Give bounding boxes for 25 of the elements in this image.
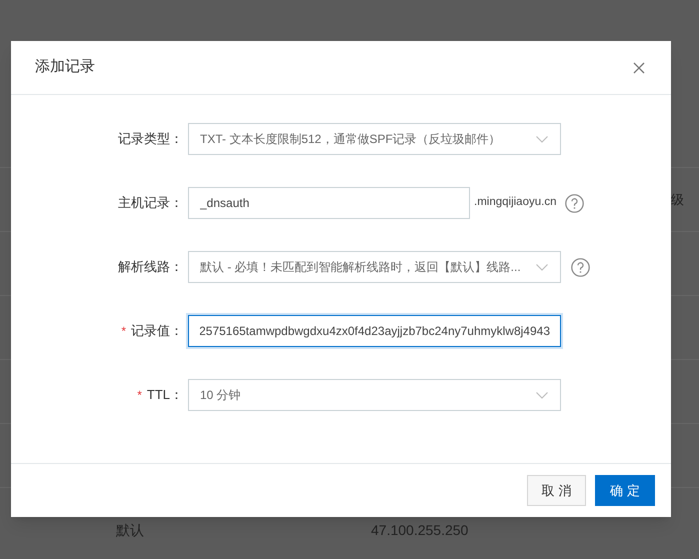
select-field[interactable]: TXT- 文本长度限制512，通常做SPF记录（反垃圾邮件） — [188, 123, 561, 155]
chevron-down-icon — [536, 392, 548, 398]
field-label: 主机记录： — [118, 194, 183, 212]
field-label: TTL： — [146, 386, 183, 404]
field-label: 记录类型： — [118, 130, 183, 148]
input-field[interactable]: _dnsauth — [188, 187, 470, 219]
table-header: 级 — [671, 190, 684, 209]
domain-suffix: .mingqijiaoyu.cn — [474, 195, 556, 210]
help-icon[interactable] — [571, 258, 590, 276]
help-icon[interactable] — [565, 194, 584, 212]
required-mark: * — [121, 323, 126, 340]
table-cell-text: 47.100.255.250 — [371, 521, 468, 540]
chevron-down-icon — [536, 264, 548, 270]
dialog-title: 添加记录 — [35, 57, 95, 78]
field-label: 记录值： — [131, 322, 183, 340]
required-mark: * — [137, 387, 142, 404]
chevron-down-icon — [536, 136, 548, 142]
field-label: 解析线路： — [118, 258, 183, 276]
cancel-button[interactable]: 取 消 — [527, 475, 586, 506]
select-field[interactable]: 默认 - 必填！未匹配到智能解析线路时，返回【默认】线路... — [188, 251, 561, 283]
input-field[interactable]: 2575165tamwpdbwgdxu4zx0f4d23ayjjzb7bc24ny7uhmyklw8j4943 — [188, 315, 561, 347]
select-field[interactable]: 10 分钟 — [188, 379, 561, 411]
confirm-button[interactable]: 确 定 — [595, 475, 655, 506]
close-icon[interactable] — [633, 62, 645, 74]
table-cell-text: 默认 — [116, 521, 144, 540]
